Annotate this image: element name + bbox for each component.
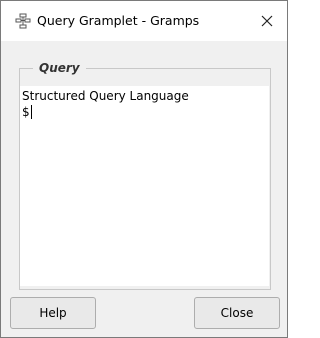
query-text-area[interactable]: Structured Query Language $ xyxy=(20,86,269,286)
query-group-label: Query xyxy=(33,61,86,75)
close-button[interactable]: Close xyxy=(194,297,280,329)
query-line-2: $ xyxy=(22,104,267,120)
query-line-1: Structured Query Language xyxy=(22,89,189,103)
text-caret xyxy=(30,105,32,119)
window-title: Query Gramplet - Gramps xyxy=(37,13,200,28)
title-bar: Query Gramplet - Gramps xyxy=(1,1,287,41)
dialog-content: Query Structured Query Language $ Help C… xyxy=(1,41,287,337)
gramps-app-icon xyxy=(15,13,31,29)
help-button[interactable]: Help xyxy=(10,297,96,329)
close-icon[interactable] xyxy=(255,9,279,33)
query-gramplet-window: Query Gramplet - Gramps Query Structured… xyxy=(0,0,288,338)
prompt-symbol: $ xyxy=(22,105,30,119)
